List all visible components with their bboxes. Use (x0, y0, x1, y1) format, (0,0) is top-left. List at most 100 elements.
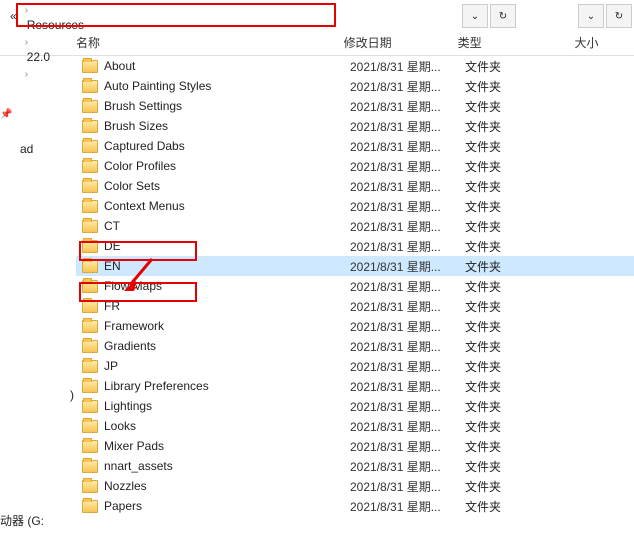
folder-icon (82, 200, 98, 213)
pin-icon: 📌 (0, 109, 12, 120)
folder-icon (82, 420, 98, 433)
folder-name: Gradients (104, 339, 350, 353)
breadcrumb[interactable]: « Corel›Painter 2022›Resources›22.0› (2, 3, 460, 29)
folder-name: Context Menus (104, 199, 350, 213)
folder-date: 2021/8/31 星期... (350, 258, 465, 275)
folder-icon (82, 400, 98, 413)
folder-name: Auto Painting Styles (104, 79, 350, 93)
folder-name: Nozzles (104, 479, 350, 493)
folder-name: Color Sets (104, 179, 350, 193)
folder-name: About (104, 59, 350, 73)
folder-date: 2021/8/31 星期... (350, 298, 465, 315)
folder-type: 文件夹 (465, 138, 583, 155)
folder-icon (82, 220, 98, 233)
folder-date: 2021/8/31 星期... (350, 98, 465, 115)
folder-row[interactable]: Brush Sizes2021/8/31 星期...文件夹 (76, 116, 634, 136)
folder-row[interactable]: Looks2021/8/31 星期...文件夹 (76, 416, 634, 436)
folder-type: 文件夹 (465, 118, 583, 135)
folder-icon (82, 460, 98, 473)
folder-icon (82, 300, 98, 313)
addr-dropdown-button-2[interactable]: ⌄ (578, 4, 604, 28)
nav-item[interactable]: ad (20, 140, 76, 166)
folder-icon (82, 180, 98, 193)
folder-type: 文件夹 (465, 378, 583, 395)
folder-row[interactable]: FR2021/8/31 星期...文件夹 (76, 296, 634, 316)
folder-icon (82, 500, 98, 513)
folder-date: 2021/8/31 星期... (350, 78, 465, 95)
folder-row[interactable]: JP2021/8/31 星期...文件夹 (76, 356, 634, 376)
folder-row[interactable]: nnart_assets2021/8/31 星期...文件夹 (76, 456, 634, 476)
folder-icon (82, 120, 98, 133)
folder-date: 2021/8/31 星期... (350, 398, 465, 415)
folder-date: 2021/8/31 星期... (350, 358, 465, 375)
folder-row[interactable]: Auto Painting Styles2021/8/31 星期...文件夹 (76, 76, 634, 96)
folder-row[interactable]: Gradients2021/8/31 星期...文件夹 (76, 336, 634, 356)
folder-type: 文件夹 (465, 358, 583, 375)
folder-row[interactable]: Color Profiles2021/8/31 星期...文件夹 (76, 156, 634, 176)
folder-row[interactable]: Brush Settings2021/8/31 星期...文件夹 (76, 96, 634, 116)
folder-icon (82, 160, 98, 173)
folder-icon (82, 360, 98, 373)
folder-name: Flow Maps (104, 279, 350, 293)
folder-row[interactable]: Papers2021/8/31 星期...文件夹 (76, 496, 634, 516)
content-area: 📌 ad ) About2021/8/31 星期...文件夹Auto Paint… (0, 56, 634, 516)
folder-name: Framework (104, 319, 350, 333)
folder-type: 文件夹 (465, 438, 583, 455)
nav-pane[interactable]: ad ) (20, 56, 76, 516)
folder-date: 2021/8/31 星期... (350, 418, 465, 435)
folder-row[interactable]: Color Sets2021/8/31 星期...文件夹 (76, 176, 634, 196)
pin-icon (20, 80, 76, 100)
file-list[interactable]: About2021/8/31 星期...文件夹Auto Painting Sty… (76, 56, 634, 516)
folder-row[interactable]: Mixer Pads2021/8/31 星期...文件夹 (76, 436, 634, 456)
folder-type: 文件夹 (465, 98, 583, 115)
folder-date: 2021/8/31 星期... (350, 118, 465, 135)
folder-icon (82, 80, 98, 93)
address-bar: « Corel›Painter 2022›Resources›22.0› ⌄ ↻… (0, 0, 634, 30)
folder-name: Brush Settings (104, 99, 350, 113)
folder-row[interactable]: DE2021/8/31 星期...文件夹 (76, 236, 634, 256)
folder-date: 2021/8/31 星期... (350, 338, 465, 355)
column-header-name[interactable]: 名称 (76, 34, 344, 51)
folder-type: 文件夹 (465, 298, 583, 315)
folder-date: 2021/8/31 星期... (350, 218, 465, 235)
folder-row[interactable]: Captured Dabs2021/8/31 星期...文件夹 (76, 136, 634, 156)
folder-row[interactable]: Framework2021/8/31 星期...文件夹 (76, 316, 634, 336)
folder-row[interactable]: Nozzles2021/8/31 星期...文件夹 (76, 476, 634, 496)
column-header-type[interactable]: 类型 (458, 34, 575, 51)
folder-name: Captured Dabs (104, 139, 350, 153)
folder-type: 文件夹 (465, 318, 583, 335)
chevron-right-icon: › (23, 37, 30, 48)
folder-icon (82, 100, 98, 113)
folder-row[interactable]: EN2021/8/31 星期...文件夹 (76, 256, 634, 276)
folder-row[interactable]: About2021/8/31 星期...文件夹 (76, 56, 634, 76)
folder-row[interactable]: CT2021/8/31 星期...文件夹 (76, 216, 634, 236)
folder-name: Library Preferences (104, 379, 350, 393)
folder-name: Color Profiles (104, 159, 350, 173)
folder-name: Looks (104, 419, 350, 433)
drive-label[interactable]: 动器 (G: (0, 512, 44, 529)
breadcrumb-prefix[interactable]: « (6, 7, 21, 25)
folder-type: 文件夹 (465, 238, 583, 255)
breadcrumb-item[interactable]: Resources (23, 16, 99, 34)
folder-row[interactable]: Context Menus2021/8/31 星期...文件夹 (76, 196, 634, 216)
column-header-date[interactable]: 修改日期 (344, 34, 458, 51)
refresh-button[interactable]: ↻ (490, 4, 516, 28)
column-header-size[interactable]: 大小 (575, 34, 634, 51)
folder-row[interactable]: Flow Maps2021/8/31 星期...文件夹 (76, 276, 634, 296)
folder-date: 2021/8/31 星期... (350, 198, 465, 215)
folder-icon (82, 60, 98, 73)
breadcrumb-item[interactable]: Painter 2022 (23, 0, 99, 2)
folder-type: 文件夹 (465, 278, 583, 295)
folder-type: 文件夹 (465, 498, 583, 515)
folder-type: 文件夹 (465, 258, 583, 275)
folder-type: 文件夹 (465, 58, 583, 75)
folder-row[interactable]: Library Preferences2021/8/31 星期...文件夹 (76, 376, 634, 396)
folder-name: JP (104, 359, 350, 373)
refresh-button-2[interactable]: ↻ (606, 4, 632, 28)
folder-date: 2021/8/31 星期... (350, 478, 465, 495)
folder-type: 文件夹 (465, 458, 583, 475)
folder-row[interactable]: Lightings2021/8/31 星期...文件夹 (76, 396, 634, 416)
folder-name: FR (104, 299, 350, 313)
folder-icon (82, 240, 98, 253)
addr-dropdown-button[interactable]: ⌄ (462, 4, 488, 28)
